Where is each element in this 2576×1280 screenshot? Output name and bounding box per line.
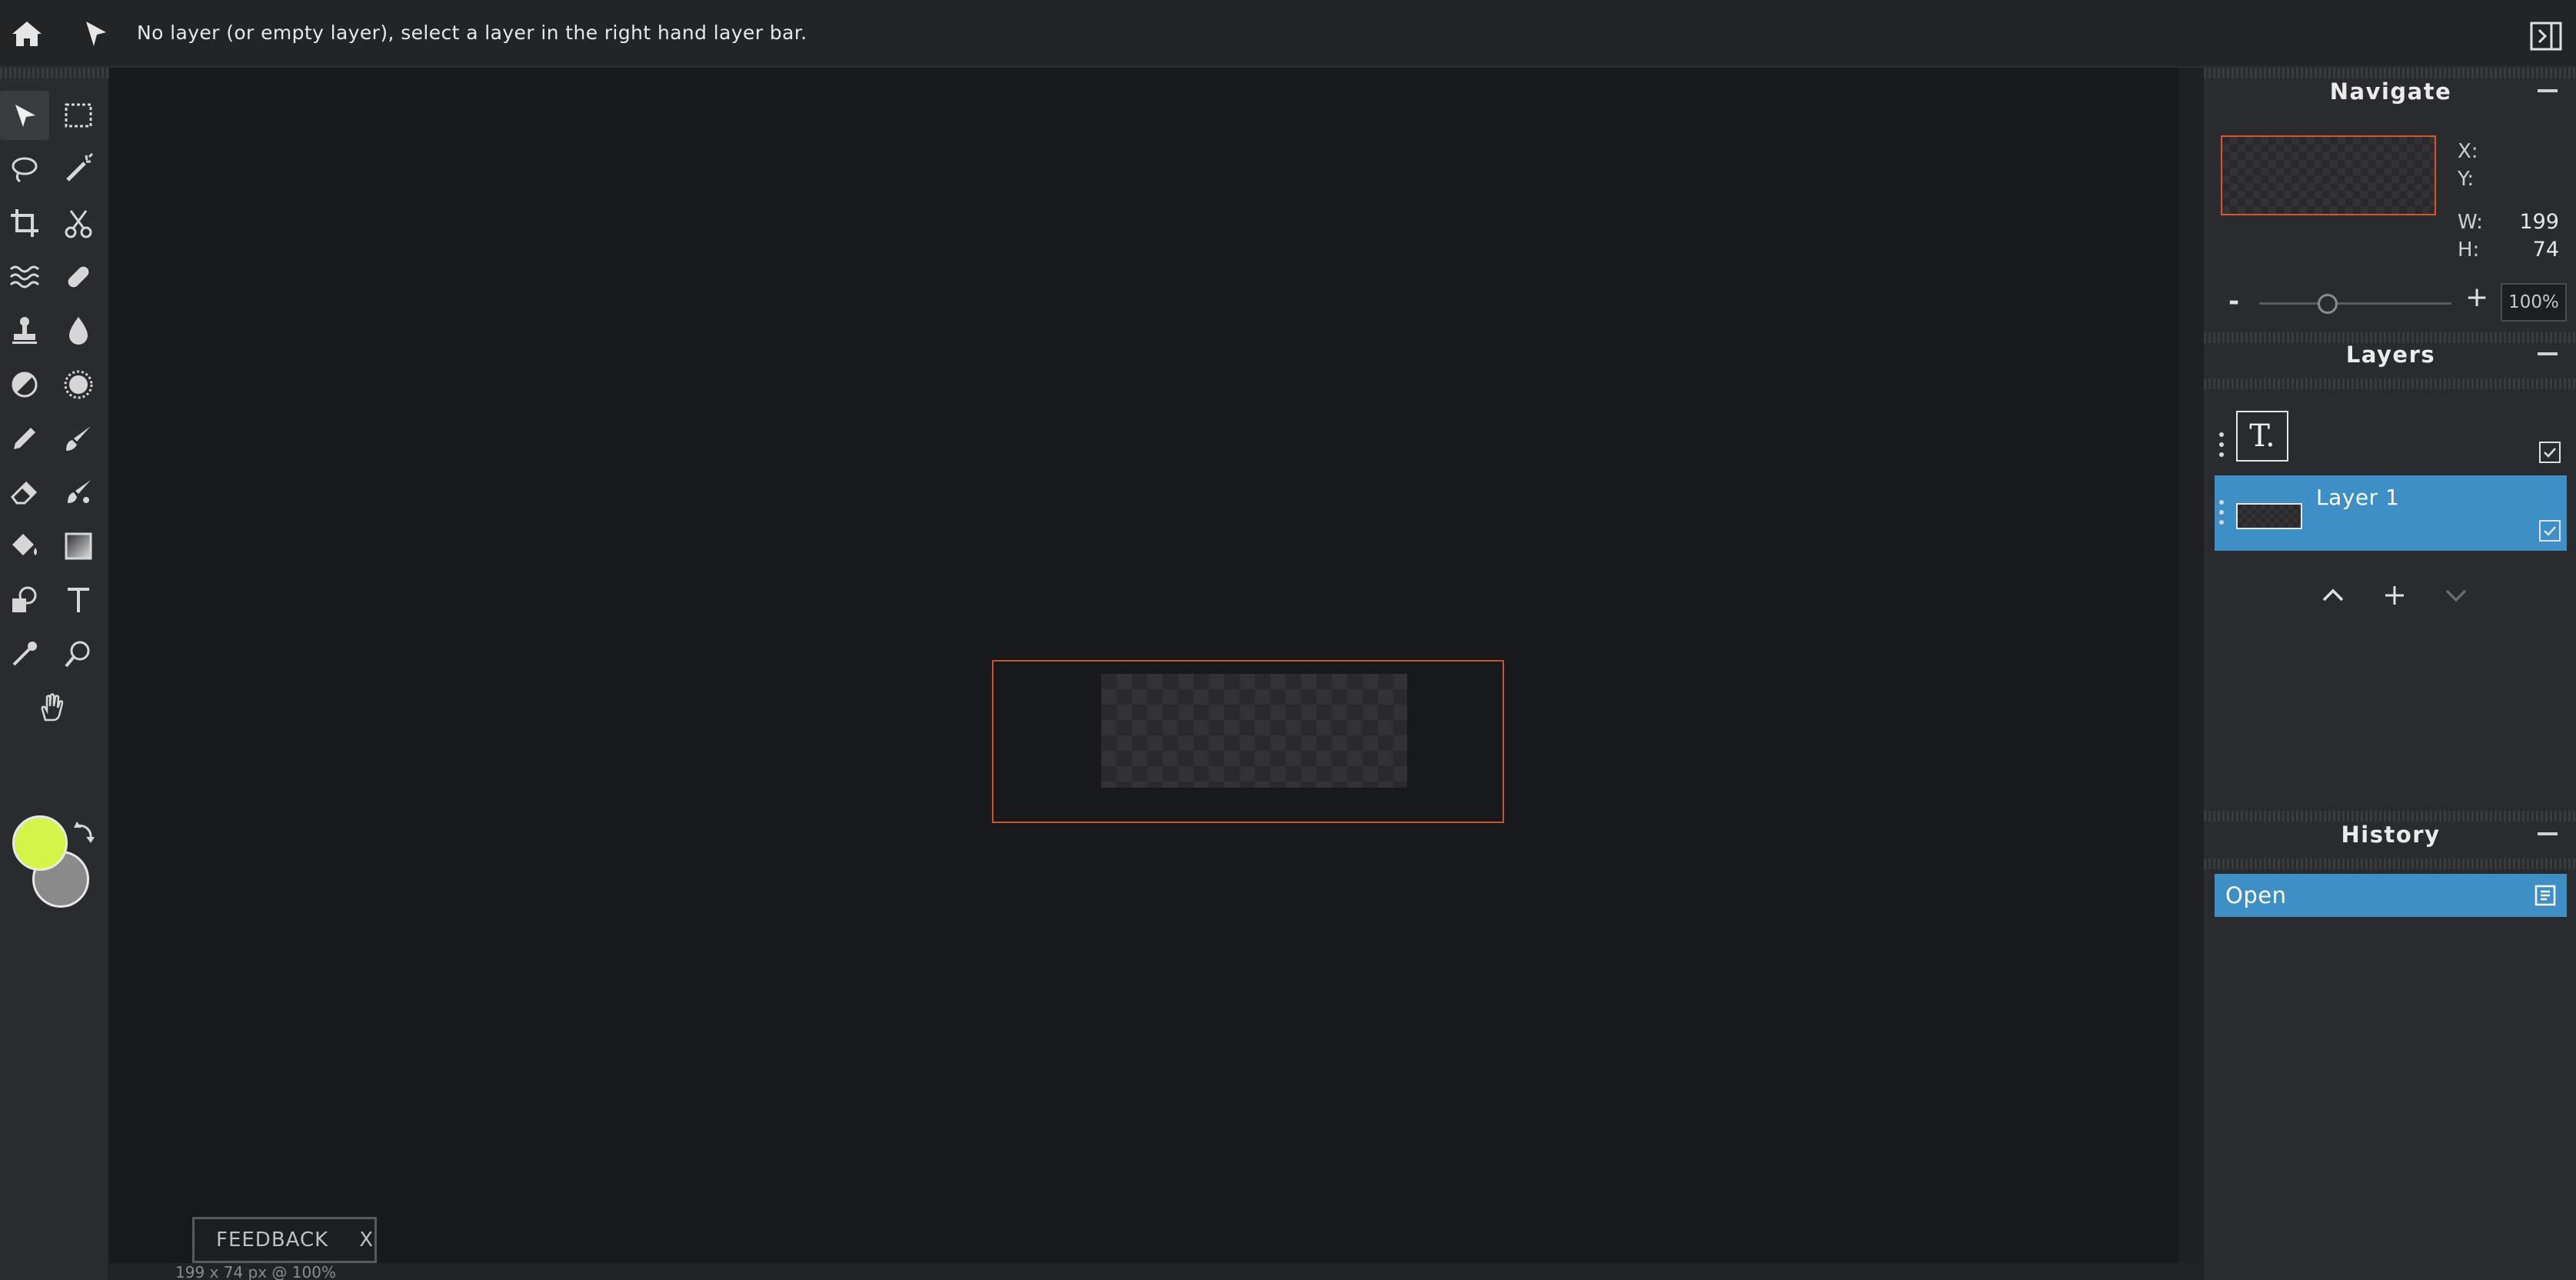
history-minimize-icon[interactable]: [2538, 832, 2558, 835]
gradient-icon[interactable]: [54, 522, 103, 571]
stamp-icon[interactable]: [0, 306, 49, 355]
brush-icon[interactable]: [54, 414, 103, 463]
feedback-label[interactable]: FEEDBACK: [216, 1228, 328, 1252]
text-tool-icon[interactable]: [54, 575, 103, 625]
layer-name[interactable]: Layer 1: [2316, 485, 2399, 510]
visibility-checkbox[interactable]: [2539, 520, 2561, 542]
drag-handle-icon[interactable]: [2219, 500, 2225, 531]
horizontal-scrollbar[interactable]: [109, 1263, 2202, 1280]
drag-handle-icon[interactable]: [2219, 432, 2225, 463]
zoom-out-button[interactable]: -: [2228, 286, 2239, 317]
swap-colors-icon[interactable]: [71, 820, 97, 846]
add-layer-icon[interactable]: [2375, 575, 2415, 615]
zoom-slider-track[interactable]: [2259, 302, 2451, 305]
move-layer-down-icon[interactable]: [2436, 575, 2476, 615]
right-panel: Navigate X: Y: W: 199 H: 74 - + 100% Lay…: [2202, 68, 2576, 1280]
collapse-panel-icon[interactable]: [2530, 22, 2562, 51]
navigate-header: Navigate: [2204, 68, 2576, 115]
x-label: X:: [2458, 140, 2478, 163]
canvas-size-info: 199 x 74 px @ 100%: [175, 1263, 336, 1280]
history-title: History: [2341, 822, 2441, 848]
shapes-icon[interactable]: [0, 575, 49, 625]
visibility-checkbox[interactable]: [2539, 442, 2561, 463]
y-label: Y:: [2458, 168, 2474, 191]
feedback-button[interactable]: FEEDBACK X: [192, 1217, 377, 1263]
history-item[interactable]: Open: [2215, 874, 2567, 917]
history-header: History: [2204, 811, 2576, 858]
tool-palette: [0, 68, 109, 1280]
rect-select-icon[interactable]: [54, 91, 103, 140]
mixer-brush-icon[interactable]: [54, 468, 103, 517]
foreground-color-swatch[interactable]: [12, 815, 68, 871]
dodge-burn-icon[interactable]: [0, 360, 49, 409]
navigate-title: Navigate: [2329, 78, 2452, 105]
w-label: W:: [2458, 211, 2483, 234]
layer-controls: [2204, 575, 2576, 615]
bandage-icon[interactable]: [54, 252, 103, 302]
panel-grip[interactable]: [2204, 858, 2576, 869]
select-arrow-icon[interactable]: [0, 91, 49, 140]
move-layer-up-icon[interactable]: [2313, 575, 2353, 615]
h-value: 74: [2532, 238, 2559, 262]
w-value: 199: [2519, 210, 2559, 234]
document-icon: [2533, 883, 2558, 908]
canvas-workspace[interactable]: [109, 68, 2179, 1263]
zoom-slider-handle[interactable]: [2318, 294, 2338, 314]
vertical-scrollbar[interactable]: [2179, 68, 2202, 1263]
sponge-icon[interactable]: [54, 360, 103, 409]
navigate-minimize-icon[interactable]: [2538, 89, 2558, 92]
home-icon[interactable]: [8, 17, 46, 51]
photo-editor-app: No layer (or empty layer), select a laye…: [0, 0, 2576, 1280]
eraser-icon[interactable]: [0, 468, 49, 517]
hand-icon[interactable]: [27, 683, 76, 732]
paint-bucket-icon[interactable]: [0, 522, 49, 571]
layer-thumbnail: [2236, 503, 2302, 529]
feedback-close-button[interactable]: X: [359, 1228, 374, 1252]
pencil-icon[interactable]: [0, 414, 49, 463]
crop-icon[interactable]: [0, 198, 49, 248]
text-layer-thumbnail: T.: [2236, 411, 2288, 462]
scissors-icon[interactable]: [54, 198, 103, 248]
zoom-input[interactable]: 100%: [2501, 283, 2567, 322]
document-canvas[interactable]: [1101, 674, 1407, 788]
lasso-icon[interactable]: [0, 145, 49, 194]
zoom-in-button[interactable]: +: [2465, 282, 2488, 313]
layer-row-layer1[interactable]: Layer 1: [2215, 475, 2567, 551]
layers-minimize-icon[interactable]: [2538, 352, 2558, 355]
blur-drop-icon[interactable]: [54, 306, 103, 355]
panel-grip[interactable]: [2204, 378, 2576, 389]
status-message: No layer (or empty layer), select a laye…: [137, 22, 807, 44]
top-bar: No layer (or empty layer), select a laye…: [0, 0, 2576, 68]
layers-title: Layers: [2345, 342, 2436, 368]
history-item-label: Open: [2225, 882, 2287, 908]
toolbar-grip[interactable]: [0, 68, 109, 78]
navigator-preview[interactable]: [2221, 135, 2436, 215]
wave-filter-icon[interactable]: [0, 252, 49, 302]
move-tool-icon[interactable]: [75, 17, 114, 51]
h-label: H:: [2458, 238, 2480, 262]
magic-wand-icon[interactable]: [54, 145, 103, 194]
zoom-icon[interactable]: [54, 629, 103, 678]
layers-header: Layers: [2204, 331, 2576, 378]
eyedropper-icon[interactable]: [0, 629, 49, 678]
layer-row-text[interactable]: T.: [2215, 408, 2567, 483]
